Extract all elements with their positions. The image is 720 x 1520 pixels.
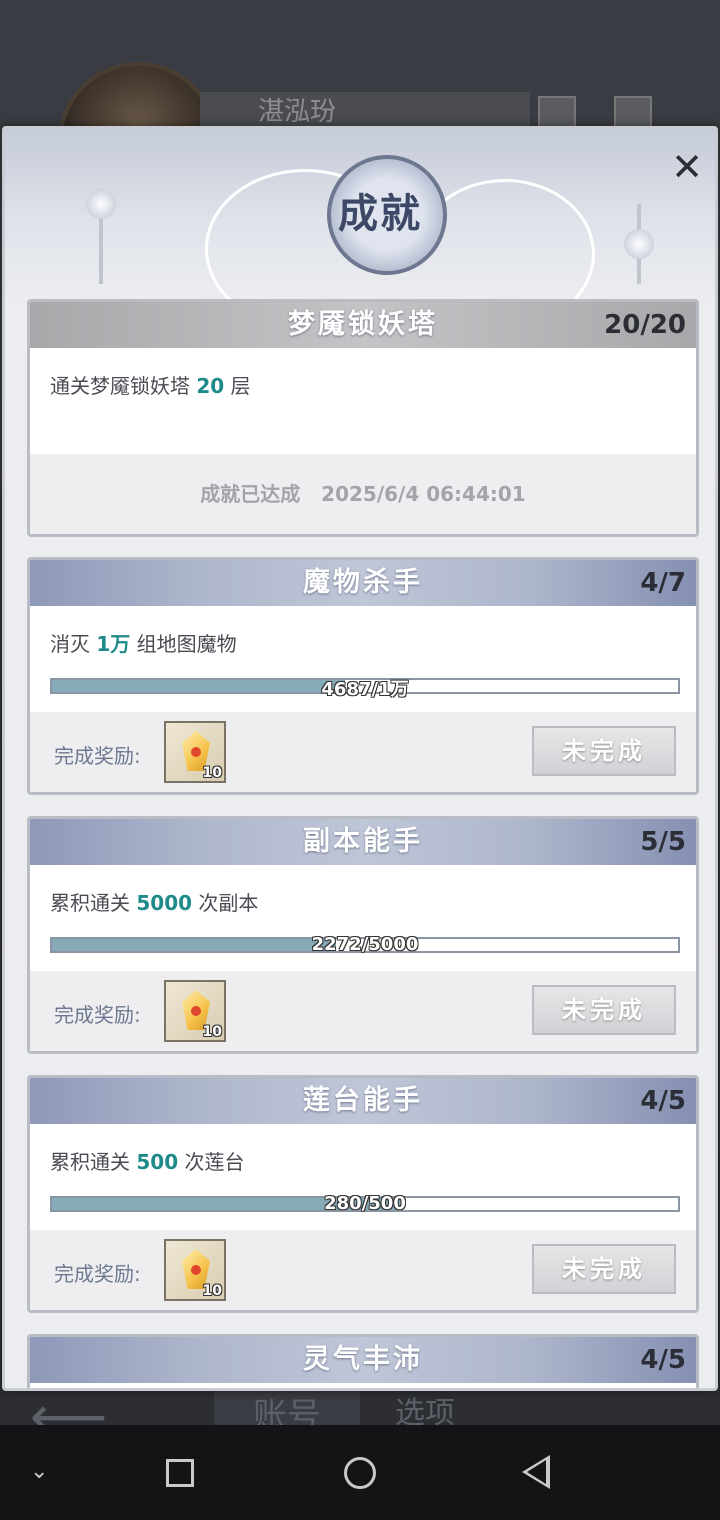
panel-header: 成就 ✕ — [5, 129, 715, 329]
lamp-decoration — [86, 189, 116, 219]
achievement-card: 副本能手 5/5 累积通关 5000 次副本 2272/5000 完成奖励: 1… — [27, 816, 699, 1054]
progress-bar: 4687/1万 — [50, 678, 680, 700]
achievement-description: 消灭 1万 组地图魔物 — [50, 632, 237, 656]
reward-item[interactable]: 10 — [164, 1239, 226, 1301]
achievement-card: 灵气丰沛 4/5 — [27, 1334, 699, 1388]
completed-label: 成就已达成 — [200, 482, 301, 506]
achievement-card: 魔物杀手 4/7 消灭 1万 组地图魔物 4687/1万 完成奖励: 10 未完… — [27, 557, 699, 795]
panel-title: 成就 — [338, 190, 422, 237]
description-highlight: 5000 — [136, 891, 193, 915]
back-button[interactable] — [522, 1455, 550, 1489]
claim-status-button[interactable]: 未完成 — [532, 726, 676, 776]
achievement-panel: 成就 ✕ 梦魇锁妖塔 20/20 通关梦魇锁妖塔 20 层 成就已达成 2025… — [2, 126, 718, 1391]
achievement-count: 20/20 — [604, 310, 686, 340]
achievement-description: 累积通关 5000 次副本 — [50, 891, 259, 915]
completed-footer: 成就已达成 2025/6/4 06:44:01 — [30, 454, 696, 534]
achievement-name: 魔物杀手 — [303, 567, 423, 598]
system-navigation-bar: ⌄ — [0, 1425, 720, 1520]
achievement-name: 梦魇锁妖塔 — [288, 309, 438, 340]
achievement-name: 莲台能手 — [303, 1085, 423, 1116]
reward-row: 完成奖励: 10 未完成 — [30, 971, 696, 1051]
achievement-header: 灵气丰沛 4/5 — [30, 1337, 696, 1383]
description-highlight: 20 — [196, 374, 225, 398]
gem-core — [191, 1265, 201, 1275]
reward-quantity: 10 — [202, 1283, 222, 1299]
achievement-name: 灵气丰沛 — [303, 1344, 423, 1375]
reward-item[interactable]: 10 — [164, 980, 226, 1042]
claim-status-button[interactable]: 未完成 — [532, 1244, 676, 1294]
claim-status-button[interactable]: 未完成 — [532, 985, 676, 1035]
achievement-header: 莲台能手 4/5 — [30, 1078, 696, 1124]
reward-row: 完成奖励: 10 未完成 — [30, 1230, 696, 1310]
tab-account: 账号 — [214, 1388, 360, 1436]
reward-label: 完成奖励: — [54, 1262, 141, 1286]
progress-text: 280/500 — [324, 1193, 406, 1214]
chevron-down-icon[interactable]: ⌄ — [30, 1459, 48, 1484]
achievement-header: 梦魇锁妖塔 20/20 — [30, 302, 696, 348]
recents-button[interactable] — [166, 1459, 194, 1487]
achievement-header: 副本能手 5/5 — [30, 819, 696, 865]
close-icon[interactable]: ✕ — [667, 145, 707, 189]
description-highlight: 500 — [136, 1150, 179, 1174]
reward-label: 完成奖励: — [54, 744, 141, 768]
home-button[interactable] — [344, 1457, 376, 1489]
progress-bar: 280/500 — [50, 1193, 680, 1214]
achievement-description: 通关梦魇锁妖塔 20 层 — [50, 374, 251, 398]
reward-quantity: 10 — [202, 765, 222, 781]
achievement-header: 魔物杀手 4/7 — [30, 560, 696, 606]
progress-text: 2272/5000 — [311, 934, 419, 955]
achievement-count: 5/5 — [640, 827, 686, 857]
gem-core — [191, 747, 201, 757]
progress-bar: 2272/5000 — [50, 934, 680, 955]
achievement-count: 4/7 — [640, 568, 686, 598]
gem-core — [191, 1006, 201, 1016]
reward-label: 完成奖励: — [54, 1003, 141, 1027]
achievement-card: 梦魇锁妖塔 20/20 通关梦魇锁妖塔 20 层 成就已达成 2025/6/4 … — [27, 299, 699, 537]
reward-item[interactable]: 10 — [164, 721, 226, 783]
completed-time: 2025/6/4 06:44:01 — [321, 482, 526, 506]
achievement-count: 4/5 — [640, 1086, 686, 1116]
description-highlight: 1万 — [96, 632, 131, 656]
progress-text: 4687/1万 — [321, 679, 409, 700]
reward-row: 完成奖励: 10 未完成 — [30, 712, 696, 792]
achievement-name: 副本能手 — [303, 826, 423, 857]
achievement-description: 累积通关 500 次莲台 — [50, 1150, 245, 1174]
achievement-count: 4/5 — [640, 1345, 686, 1375]
achievement-card: 莲台能手 4/5 累积通关 500 次莲台 280/500 完成奖励: 10 未… — [27, 1075, 699, 1313]
lamp-decoration — [624, 229, 654, 259]
reward-quantity: 10 — [202, 1024, 222, 1040]
